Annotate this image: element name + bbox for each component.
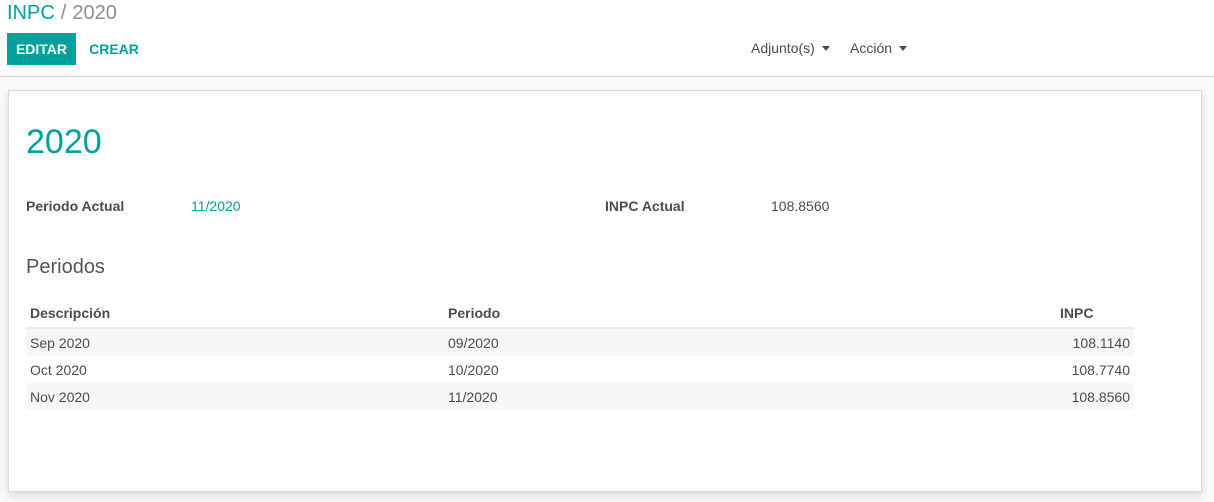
breadcrumb: INPC/2020	[7, 1, 117, 25]
create-button[interactable]: CREAR	[82, 33, 146, 65]
cell-inpc: 108.7740	[1071, 361, 1130, 378]
action-label: Acción	[850, 40, 893, 56]
breadcrumb-current: 2020	[72, 2, 117, 24]
table-row[interactable]: Nov 2020 11/2020 108.8560	[26, 383, 1134, 410]
control-panel: INPC/2020 EDITAR CREAR Adjunto(s) Acción	[0, 0, 1214, 77]
action-dropdown[interactable]: Acción	[850, 38, 908, 58]
cell-descripcion: Oct 2020	[30, 361, 87, 378]
periodos-section-title: Periodos	[26, 256, 105, 278]
periodo-actual-link[interactable]: 11/2020	[191, 198, 241, 214]
inpc-actual-value: 108.8560	[771, 198, 830, 214]
attachments-dropdown[interactable]: Adjunto(s)	[751, 38, 830, 58]
cell-descripcion: Sep 2020	[26, 328, 444, 356]
column-header-inpc[interactable]: INPC	[1056, 299, 1134, 329]
table-header-row: Descripción Periodo INPC	[26, 299, 1134, 329]
column-header-descripcion[interactable]: Descripción	[26, 299, 444, 329]
edit-button[interactable]: EDITAR	[7, 33, 76, 65]
cell-inpc: 108.1140	[1056, 328, 1134, 356]
cell-periodo: 11/2020	[444, 383, 1056, 410]
cell-periodo: 10/2020	[448, 361, 499, 378]
table-row[interactable]: Oct 2020 10/2020 108.7740	[26, 356, 1134, 383]
chevron-down-icon	[821, 45, 830, 51]
periodo-actual-label: Periodo Actual	[26, 198, 125, 214]
cell-inpc: 108.8560	[1056, 383, 1134, 410]
attachments-label: Adjunto(s)	[751, 40, 815, 56]
record-title: 2020	[26, 123, 102, 161]
periodos-table: Descripción Periodo INPC Sep 2020 09/202…	[26, 299, 1134, 410]
breadcrumb-separator: /	[60, 2, 67, 24]
cell-descripcion: Nov 2020	[26, 383, 444, 410]
column-header-periodo[interactable]: Periodo	[444, 299, 1056, 329]
inpc-actual-label: INPC Actual	[605, 198, 685, 214]
form-sheet: 2020 Periodo Actual 11/2020 INPC Actual …	[8, 90, 1202, 492]
chevron-down-icon	[899, 45, 908, 51]
cell-periodo: 09/2020	[444, 328, 1056, 356]
breadcrumb-parent-link[interactable]: INPC	[7, 2, 55, 24]
table-row[interactable]: Sep 2020 09/2020 108.1140	[26, 328, 1134, 356]
